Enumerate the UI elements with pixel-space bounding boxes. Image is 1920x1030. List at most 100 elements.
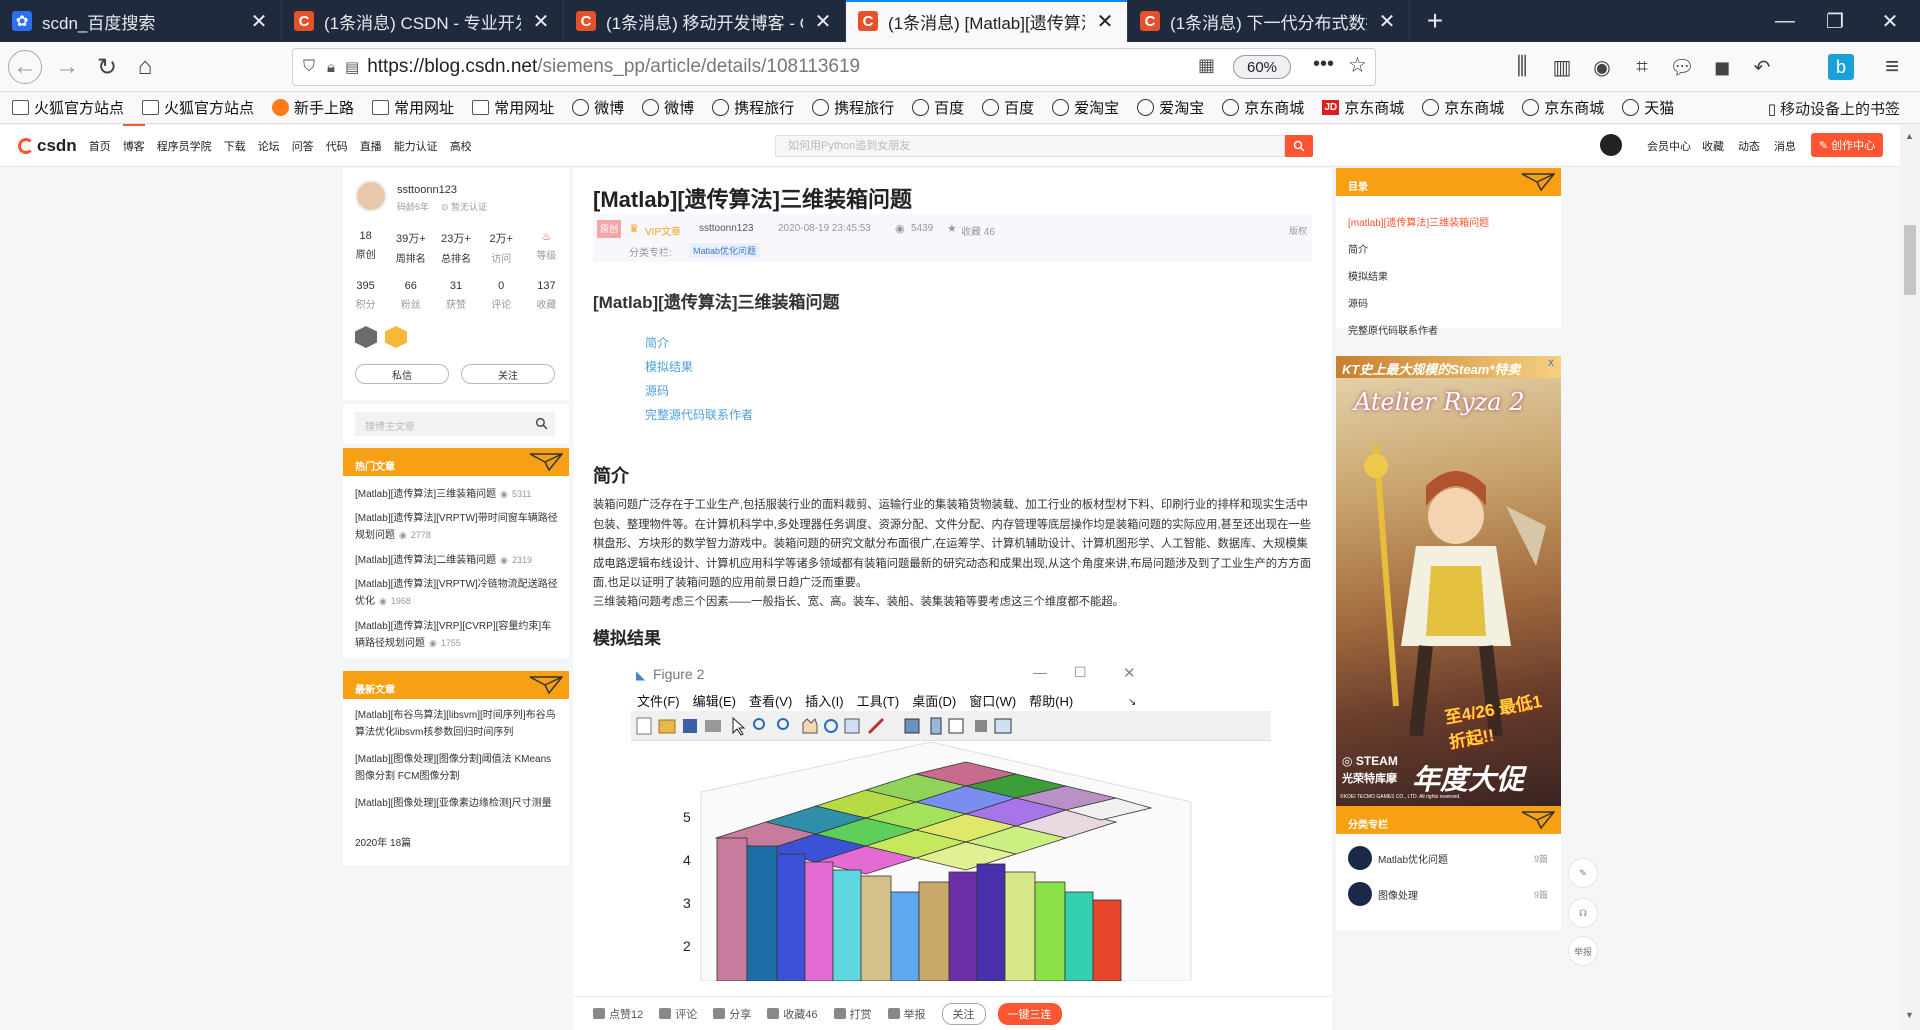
page-scrollbar[interactable]: ▲ ▼ <box>1900 125 1920 1030</box>
menu-icon[interactable]: ≡ <box>1875 50 1909 84</box>
csdn-nav-item[interactable]: 直播 <box>360 138 382 154</box>
reward-button[interactable]: 打赏 <box>833 1006 872 1022</box>
csdn-search-input[interactable]: 如何用Python追到女朋友 <box>775 135 1285 157</box>
author-name[interactable]: ssttoonn123 <box>397 184 457 196</box>
follow-button[interactable]: 关注 <box>461 364 555 384</box>
bookmark-item[interactable]: 携程旅行 <box>812 97 894 118</box>
close-tab-icon[interactable]: ✕ <box>531 9 551 34</box>
close-tab-icon[interactable]: ✕ <box>813 9 833 34</box>
bookmark-item[interactable]: 百度 <box>912 97 964 118</box>
more-icon[interactable]: ••• <box>1313 53 1334 76</box>
browser-tab[interactable]: C (1条消息) CSDN - 专业开发者社区 ✕ <box>282 0 564 42</box>
message-link[interactable]: 消息 <box>1774 138 1796 154</box>
edit-icon[interactable]: ✎ <box>1568 858 1598 888</box>
archive-link[interactable]: 2020年 18篇 <box>355 835 560 852</box>
forward-icon[interactable]: → <box>50 50 84 84</box>
collect-link[interactable]: 收藏 <box>1702 138 1724 154</box>
report-float-button[interactable]: 举报 <box>1568 936 1598 966</box>
member-center-link[interactable]: 会员中心 <box>1647 138 1691 154</box>
private-message-button[interactable]: 私信 <box>355 364 449 384</box>
csdn-nav-item[interactable]: 下载 <box>224 138 246 154</box>
bookmark-item[interactable]: 常用网址 <box>372 97 454 118</box>
create-center-button[interactable]: ✎ 创作中心 <box>1811 133 1883 157</box>
bookmark-item[interactable]: 京东商城 <box>1522 97 1604 118</box>
medal-icon[interactable] <box>385 326 407 348</box>
like-button[interactable]: 点赞12 <box>593 1006 643 1022</box>
new-tab-button[interactable]: + <box>1410 0 1460 42</box>
close-window-icon[interactable]: ✕ <box>1860 0 1920 42</box>
maximize-icon[interactable]: ❐ <box>1805 0 1865 42</box>
bookmark-item[interactable]: 京东商城 <box>1422 97 1504 118</box>
bookmark-item[interactable]: 携程旅行 <box>712 97 794 118</box>
toc-side-item[interactable]: 源码 <box>1348 295 1368 310</box>
stat-item[interactable]: 39万+ 周排名 <box>388 230 433 265</box>
search-icon[interactable] <box>1285 135 1313 157</box>
toc-side-item[interactable]: 简介 <box>1348 241 1368 256</box>
bookmark-item[interactable]: 微博 <box>572 97 624 118</box>
category-tag[interactable]: Matlab优化问题 <box>689 243 761 258</box>
bookmark-item[interactable]: 火狐官方站点 <box>142 97 254 118</box>
follow-button[interactable]: 关注 <box>941 1002 986 1025</box>
stat-item[interactable]: 23万+ 总排名 <box>433 230 478 265</box>
medal-icon[interactable] <box>355 326 377 348</box>
share-button[interactable]: 分享 <box>713 1006 751 1022</box>
sidebar-icon[interactable]: ▥ <box>1545 50 1579 84</box>
toc-link[interactable]: 模拟结果 <box>645 358 693 375</box>
shield-icon[interactable]: ⛉ <box>303 58 315 76</box>
csdn-nav-item-active[interactable]: 博客 <box>122 123 145 154</box>
csdn-nav-item[interactable]: 论坛 <box>258 138 280 154</box>
stat-item[interactable]: 31 获赞 <box>433 280 478 311</box>
stat-item[interactable]: 395 积分 <box>343 280 388 311</box>
extension-icon[interactable]: ◼ <box>1705 50 1739 84</box>
close-tab-icon[interactable]: ✕ <box>249 9 269 34</box>
undo-icon[interactable]: ↶ <box>1745 50 1779 84</box>
latest-article-item[interactable]: [Matlab][图像处理][亚像素边缘检测]尺寸测量 <box>355 795 560 812</box>
advertisement-banner[interactable]: KT史上最大规模的Steam*特卖 X Atelier Ryza 2 至4/26… <box>1336 356 1561 806</box>
stat-item[interactable]: 2万+ 访问 <box>479 230 524 265</box>
favorite-button[interactable]: 收藏46 <box>767 1006 818 1022</box>
author-link[interactable]: ssttoonn123 <box>699 223 754 234</box>
search-icon[interactable] <box>535 417 548 430</box>
bookmark-item[interactable]: 爱淘宝 <box>1137 97 1204 118</box>
category-item[interactable]: Matlab优化问题 9篇 <box>1348 846 1548 870</box>
dynamic-link[interactable]: 动态 <box>1738 138 1760 154</box>
bookmark-item[interactable]: 常用网址 <box>472 97 554 118</box>
browser-tab[interactable]: C (1条消息) 下一代分布式数据库 ✕ <box>1128 0 1410 42</box>
url-text[interactable]: https://blog.csdn.net/siemens_pp/article… <box>367 56 860 78</box>
toc-link[interactable]: 简介 <box>645 334 669 351</box>
bookmark-item[interactable]: 京东商城 <box>1222 97 1304 118</box>
bing-icon[interactable]: b <box>1828 54 1854 80</box>
csdn-nav-item[interactable]: 高校 <box>450 138 472 154</box>
stat-item[interactable]: ♨ 等级 <box>524 230 569 265</box>
ad-close-icon[interactable]: X <box>1548 358 1554 368</box>
csdn-nav-item[interactable]: 代码 <box>326 138 348 154</box>
home-icon[interactable]: ⌂ <box>128 50 162 84</box>
hot-article-item[interactable]: [Matlab][遗传算法]二维装箱问题 ◉ 2319 <box>355 552 560 569</box>
mobile-bookmarks[interactable]: ▯ 移动设备上的书签 <box>1768 98 1900 119</box>
qr-icon[interactable]: ▦ <box>1198 55 1215 76</box>
account-icon[interactable]: ◉ <box>1585 50 1619 84</box>
reload-icon[interactable]: ↻ <box>90 50 124 84</box>
scroll-down-icon[interactable]: ▼ <box>1905 1010 1914 1020</box>
stat-item[interactable]: 18 原创 <box>343 230 388 265</box>
toc-link[interactable]: 完整源代码联系作者 <box>645 406 753 423</box>
close-tab-icon[interactable]: ✕ <box>1377 9 1397 34</box>
comment-button[interactable]: 评论 <box>659 1006 697 1022</box>
browser-tab-active[interactable]: C (1条消息) [Matlab][遗传算法]三维装箱问题 ✕ <box>846 0 1128 42</box>
stat-item[interactable]: 137 收藏 <box>524 280 569 311</box>
category-item[interactable]: 图像处理 9篇 <box>1348 882 1548 906</box>
bookmark-item[interactable]: 爱淘宝 <box>1052 97 1119 118</box>
close-tab-icon[interactable]: ✕ <box>1095 9 1115 34</box>
report-button[interactable]: 举报 <box>887 1006 926 1022</box>
latest-article-item[interactable]: [Matlab][图像处理][图像分割]阈值法 KMeans图像分割 FCM图像… <box>355 751 560 785</box>
csdn-nav-item[interactable]: 问答 <box>292 138 314 154</box>
toc-side-item-active[interactable]: [matlab][遗传算法]三维装箱问题 <box>1348 214 1489 229</box>
csdn-nav-item[interactable]: 首页 <box>89 138 111 154</box>
hot-article-item[interactable]: [Matlab][遗传算法]三维装箱问题 ◉ 5311 <box>355 486 560 503</box>
hot-article-item[interactable]: [Matlab][遗传算法][VRP][CVRP][容量约束]车辆路径规划问题 ◉… <box>355 618 560 652</box>
library-icon[interactable]: ⫼ <box>1505 50 1539 84</box>
hot-article-item[interactable]: [Matlab][遗传算法][VRPTW]冷链物流配送路径优化 ◉ 1968 <box>355 576 560 610</box>
chat-icon[interactable]: 💬︎ <box>1665 50 1699 84</box>
copyright-link[interactable]: 版权 <box>1289 224 1307 237</box>
bookmark-item[interactable]: 火狐官方站点 <box>12 97 124 118</box>
